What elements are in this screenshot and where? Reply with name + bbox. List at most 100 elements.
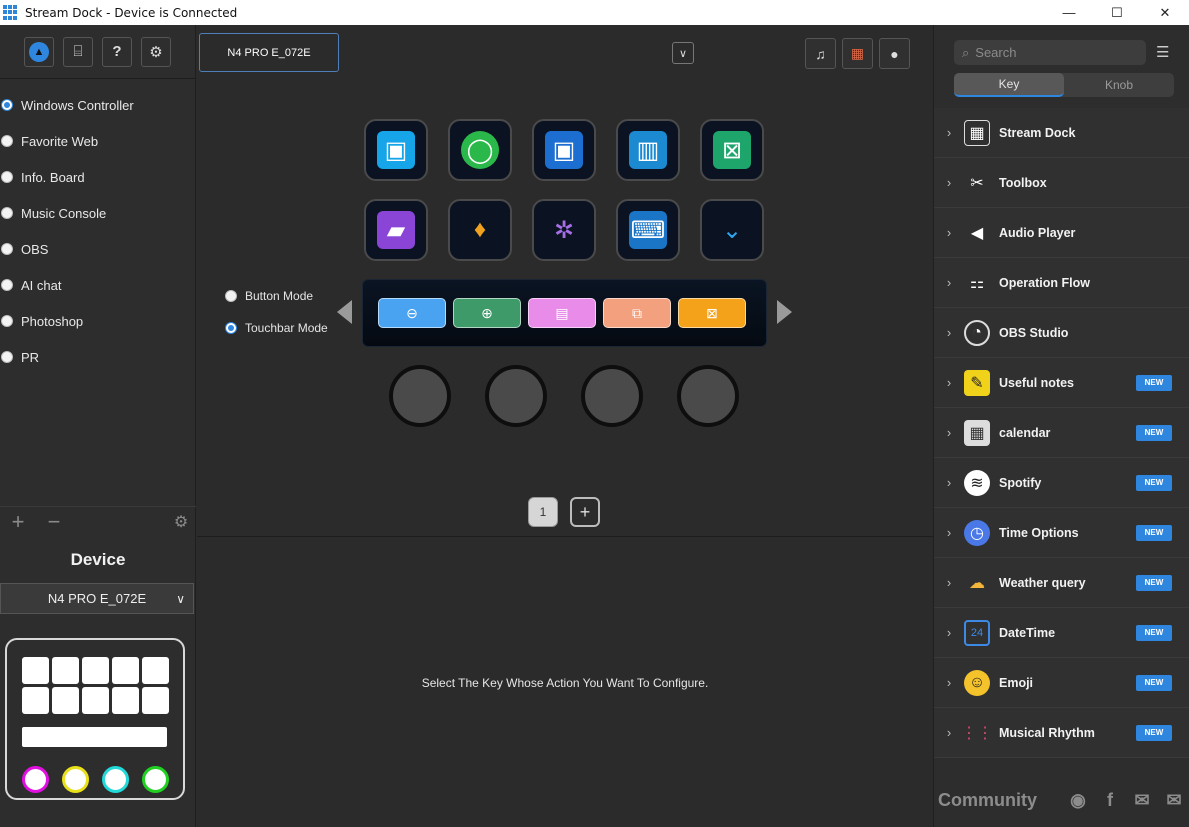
cut-icon[interactable]: ⊠ bbox=[678, 298, 746, 328]
profile-item[interactable]: AI chat bbox=[0, 267, 195, 303]
knob-slot[interactable] bbox=[677, 365, 739, 427]
zoom-out-icon[interactable]: ⊖ bbox=[378, 298, 446, 328]
key-slot[interactable]: ▣ bbox=[364, 119, 428, 181]
discord-icon[interactable]: ◉ bbox=[1065, 788, 1091, 812]
plugin-label: Audio Player bbox=[999, 225, 1076, 240]
plugin-item[interactable]: › ◷ Time Options NEW bbox=[934, 508, 1189, 558]
network-icon: ▥ bbox=[629, 131, 667, 169]
key-slot[interactable]: ⌨ bbox=[616, 199, 680, 261]
plugin-item[interactable]: › ⋮⋮ Musical Rhythm NEW bbox=[934, 708, 1189, 758]
notification-bell-icon[interactable]: ♫ bbox=[805, 38, 836, 69]
store-button[interactable]: ▲ bbox=[24, 36, 54, 67]
display-button[interactable]: ⌸ bbox=[63, 36, 93, 67]
key-slot[interactable]: ▣ bbox=[532, 119, 596, 181]
profile-item[interactable]: PR bbox=[0, 339, 195, 375]
radio-icon bbox=[1, 171, 13, 183]
key-slot[interactable]: ⌄ bbox=[700, 199, 764, 261]
main-canvas: N4 PRO E_072E ∨ ♫ ▦ ● ▣ ◯ ▣ ▥ ⊠ ▰ ♦ ✲ ⌨ … bbox=[197, 25, 933, 827]
device-tab[interactable]: N4 PRO E_072E bbox=[199, 33, 339, 72]
store-icon: ▲ bbox=[29, 41, 49, 62]
chevron-down-icon[interactable]: ∨ bbox=[672, 42, 694, 64]
chevron-right-icon: › bbox=[946, 425, 952, 440]
chevron-right-icon: › bbox=[946, 325, 952, 340]
plugin-item[interactable]: › ◔ OBS Studio bbox=[934, 308, 1189, 358]
new-badge: NEW bbox=[1136, 474, 1172, 491]
tab-knob[interactable]: Knob bbox=[1064, 73, 1174, 97]
previous-arrow-icon[interactable] bbox=[337, 300, 352, 324]
plugin-item[interactable]: › ✎ Useful notes NEW bbox=[934, 358, 1189, 408]
key-slot[interactable]: ♦ bbox=[448, 199, 512, 261]
profile-item[interactable]: Info. Board bbox=[0, 159, 195, 195]
tab-key[interactable]: Key bbox=[954, 73, 1064, 97]
plugin-item[interactable]: › ≋ Spotify NEW bbox=[934, 458, 1189, 508]
key-slot[interactable]: ✲ bbox=[532, 199, 596, 261]
settings-button[interactable]: ⚙ bbox=[141, 36, 171, 67]
profile-actions: + − ⚙ bbox=[0, 506, 196, 536]
plugin-label: Weather query bbox=[999, 575, 1086, 590]
plugin-label: DateTime bbox=[999, 625, 1056, 640]
minimize-button[interactable]: — bbox=[1045, 0, 1093, 25]
plugin-item[interactable]: › ◀ Audio Player bbox=[934, 208, 1189, 258]
profile-item[interactable]: OBS bbox=[0, 231, 195, 267]
search-input[interactable]: ⌕ Search bbox=[954, 40, 1146, 65]
plugin-label: Operation Flow bbox=[999, 275, 1090, 290]
key-grid: ▣ ◯ ▣ ▥ ⊠ ▰ ♦ ✲ ⌨ ⌄ bbox=[364, 119, 764, 261]
plugin-item[interactable]: › ☺ Emoji NEW bbox=[934, 658, 1189, 708]
touchbar: ⊖ ⊕ ▤ ⧉ ⊠ bbox=[362, 279, 767, 347]
window-title: Stream Dock - Device is Connected bbox=[25, 5, 238, 20]
chevron-right-icon: › bbox=[946, 725, 952, 740]
plugin-item[interactable]: › ✂ Toolbox bbox=[934, 158, 1189, 208]
spotify-icon: ≋ bbox=[964, 469, 990, 496]
zoom-in-icon[interactable]: ⊕ bbox=[453, 298, 521, 328]
key-slot[interactable]: ⊠ bbox=[700, 119, 764, 181]
add-profile-button[interactable]: + bbox=[0, 509, 36, 535]
knob-slot[interactable] bbox=[485, 365, 547, 427]
plugin-item[interactable]: › 24 DateTime NEW bbox=[934, 608, 1189, 658]
profile-item[interactable]: Photoshop bbox=[0, 303, 195, 339]
profile-item[interactable]: Windows Controller bbox=[0, 87, 195, 123]
plugin-item[interactable]: › ▦ Stream Dock bbox=[934, 108, 1189, 158]
user-icon[interactable]: ● bbox=[879, 38, 910, 69]
device-select[interactable]: N4 PRO E_072E ∨ bbox=[0, 583, 194, 614]
chevron-right-icon: › bbox=[946, 225, 952, 240]
bell-icon: ♦ bbox=[473, 216, 487, 243]
settings-gear-icon: ◯ bbox=[461, 131, 499, 169]
touchbar-mode-radio[interactable]: Touchbar Mode bbox=[225, 321, 328, 335]
remove-profile-button[interactable]: − bbox=[36, 509, 72, 535]
profile-manage-button[interactable]: ⚙ bbox=[166, 512, 196, 532]
new-badge: NEW bbox=[1136, 374, 1172, 391]
page-button[interactable]: 1 bbox=[528, 497, 558, 527]
chevron-down-icon: ∨ bbox=[176, 591, 185, 606]
mail-icon[interactable]: ✉ bbox=[1161, 788, 1187, 812]
chevron-right-icon: › bbox=[946, 375, 952, 390]
help-button[interactable]: ? bbox=[102, 36, 132, 67]
profile-label: OBS bbox=[21, 241, 49, 257]
new-badge: NEW bbox=[1136, 724, 1172, 741]
profile-sidebar: ▲ ⌸ ? ⚙ Windows Controller Favorite Web … bbox=[0, 25, 196, 827]
plugin-item[interactable]: › ▦ calendar NEW bbox=[934, 408, 1189, 458]
theme-icon[interactable]: ▦ bbox=[842, 38, 873, 69]
plugin-item[interactable]: › ☁ Weather query NEW bbox=[934, 558, 1189, 608]
chevron-right-icon: › bbox=[946, 675, 952, 690]
key-slot[interactable]: ▰ bbox=[364, 199, 428, 261]
key-slot[interactable]: ◯ bbox=[448, 119, 512, 181]
maximize-button[interactable]: ☐ bbox=[1093, 0, 1141, 25]
chat-icon[interactable]: ✉ bbox=[1129, 788, 1155, 812]
knob-slot[interactable] bbox=[389, 365, 451, 427]
key-slot[interactable]: ▥ bbox=[616, 119, 680, 181]
chevron-right-icon: › bbox=[946, 625, 952, 640]
paste-icon[interactable]: ▤ bbox=[528, 298, 596, 328]
close-button[interactable]: ✕ bbox=[1141, 0, 1189, 25]
datetime-icon: 24 bbox=[964, 619, 990, 646]
profile-item[interactable]: Music Console bbox=[0, 195, 195, 231]
facebook-icon[interactable]: f bbox=[1097, 788, 1123, 812]
copy-icon[interactable]: ⧉ bbox=[603, 298, 671, 328]
add-page-button[interactable]: + bbox=[570, 497, 600, 527]
knob-slot[interactable] bbox=[581, 365, 643, 427]
button-mode-radio[interactable]: Button Mode bbox=[225, 289, 313, 303]
list-view-icon[interactable]: ☰ bbox=[1156, 43, 1172, 61]
plugin-item[interactable]: › ⚏ Operation Flow bbox=[934, 258, 1189, 308]
next-arrow-icon[interactable] bbox=[777, 300, 792, 324]
stream-dock-app-icon bbox=[3, 4, 19, 21]
profile-item[interactable]: Favorite Web bbox=[0, 123, 195, 159]
